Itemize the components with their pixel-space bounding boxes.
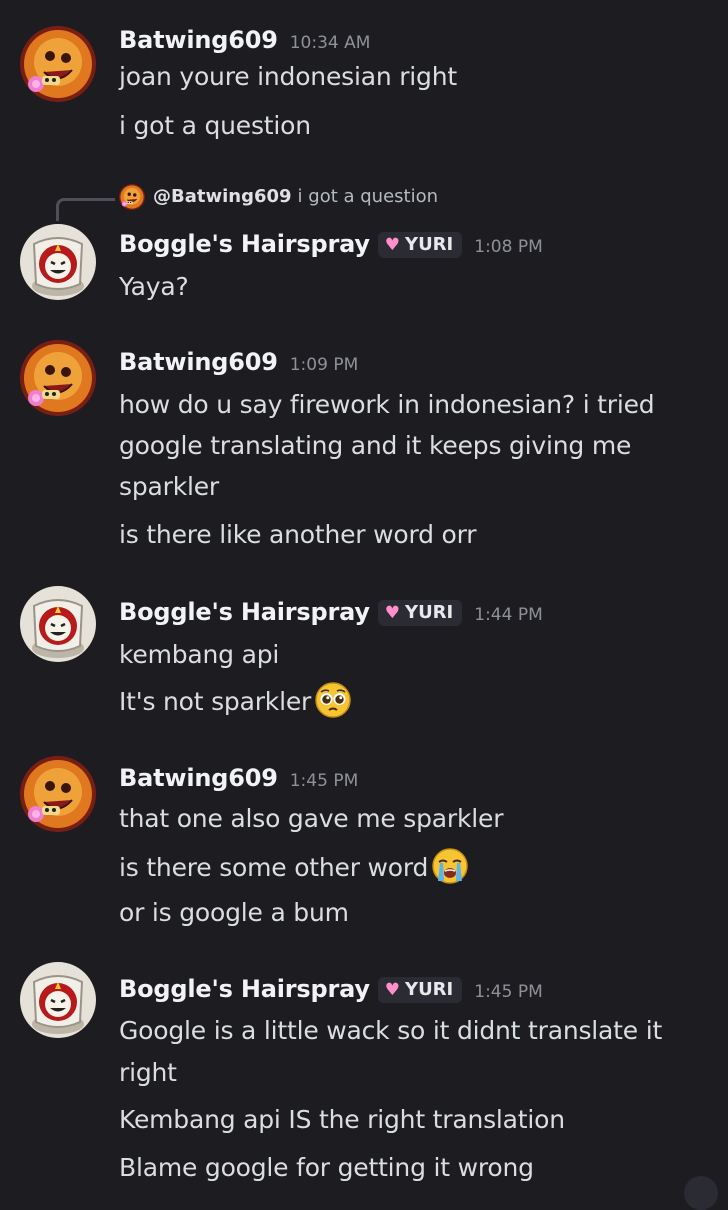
timestamp: 10:34 AM [289,33,371,53]
message-header: Batwing609 1:09 PM [119,348,358,376]
username[interactable]: Boggle's Hairspray [119,975,370,1003]
message-text: that one also gave me sparkler [119,804,504,833]
reply-connector [56,198,115,221]
timestamp: 1:09 PM [289,355,359,375]
role-tag[interactable]: ♥ YURI [377,976,463,1003]
username[interactable]: Batwing609 [119,26,278,54]
timestamp: 1:44 PM [474,605,543,625]
avatar[interactable] [20,26,96,102]
message-text: right [119,1058,177,1087]
reply-preview[interactable]: @Batwing609 i got a question [119,184,438,210]
message-text: google translating and it keeps giving m… [119,431,632,460]
reply-text: i got a question [297,186,439,207]
message-text: is there like another word orr [119,520,477,549]
role-tag[interactable]: ♥ YURI [377,599,463,626]
message-header: Boggle's Hairspray ♥ YURI 1:45 PM [119,975,543,1006]
role-tag-label: YURI [405,233,454,255]
message-text: Google is a little wack so it didnt tran… [119,1016,663,1045]
role-tag-label: YURI [405,978,454,1000]
heart-icon: ♥ [384,602,401,623]
message-header: Boggle's Hairspray ♥ YURI 1:08 PM [119,230,543,261]
username[interactable]: Batwing609 [119,348,278,376]
loudly-crying-face-emoji-icon[interactable] [431,847,469,885]
username[interactable]: Batwing609 [119,764,278,792]
message-text: Blame google for getting it wrong [119,1153,534,1182]
avatar[interactable] [20,224,96,300]
message-text: how do u say firework in indonesian? i t… [119,390,655,419]
pleading-face-emoji-icon[interactable] [314,681,352,719]
message-line: is there some other word [119,847,469,888]
message-text: kembang api [119,640,280,669]
message-text: joan youre indonesian right [119,62,457,91]
reply-mention[interactable]: @Batwing609 [153,186,292,207]
reply-avatar [119,184,145,210]
message-text: Kembang api IS the right translation [119,1105,565,1134]
message-text: Yaya? [119,272,189,301]
scroll-to-bottom-button[interactable] [684,1176,718,1210]
message-text: is there some other word [119,853,429,882]
timestamp: 1:45 PM [474,982,543,1002]
avatar[interactable] [20,586,96,662]
avatar[interactable] [20,756,96,832]
avatar[interactable] [20,340,96,416]
role-tag[interactable]: ♥ YURI [377,231,463,258]
heart-icon: ♥ [384,979,401,1000]
username[interactable]: Boggle's Hairspray [119,598,370,626]
message-header: Batwing609 1:45 PM [119,764,358,792]
message-line: It's not sparkler [119,681,352,722]
role-tag-label: YURI [405,601,454,623]
message-text: It's not sparkler [119,687,312,716]
username[interactable]: Boggle's Hairspray [119,230,370,258]
timestamp: 1:45 PM [289,771,359,791]
message-header: Batwing609 10:34 AM [119,26,370,54]
heart-icon: ♥ [384,234,401,255]
message-text: i got a question [119,111,311,140]
message-text: or is google a bum [119,898,349,927]
avatar[interactable] [20,962,96,1038]
timestamp: 1:08 PM [474,237,543,257]
message-header: Boggle's Hairspray ♥ YURI 1:44 PM [119,598,543,629]
message-text: sparkler [119,472,219,501]
